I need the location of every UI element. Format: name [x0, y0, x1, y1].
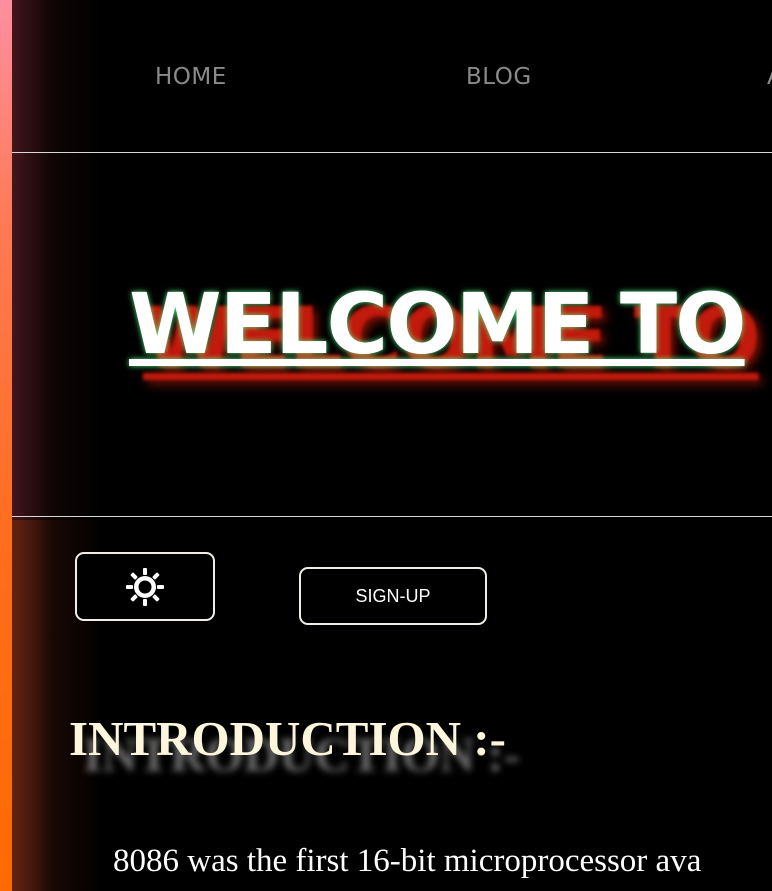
- hero-title: WELCOME TO: [129, 275, 747, 373]
- hero-section: WELCOME TO: [12, 154, 772, 517]
- nav-link-blog[interactable]: BLOG: [466, 64, 532, 90]
- nav-link-partial[interactable]: A: [767, 64, 772, 90]
- sun-icon: [126, 567, 164, 606]
- introduction-heading: INTRODUCTION :-: [69, 711, 506, 766]
- introduction-text: 8086 was the first 16-bit microprocessor…: [113, 842, 772, 880]
- nav-link-home[interactable]: HOME: [155, 64, 227, 90]
- navbar: HOME BLOG A: [12, 0, 772, 153]
- intro-line-1: 8086 was the first 16-bit microprocessor…: [113, 843, 702, 879]
- page: HOME BLOG A WELCOME TO SIGN-UP INTRODUCT…: [0, 0, 772, 891]
- theme-toggle-button[interactable]: [75, 552, 215, 621]
- left-gradient-stripe: [0, 0, 12, 891]
- signup-button[interactable]: SIGN-UP: [299, 567, 487, 625]
